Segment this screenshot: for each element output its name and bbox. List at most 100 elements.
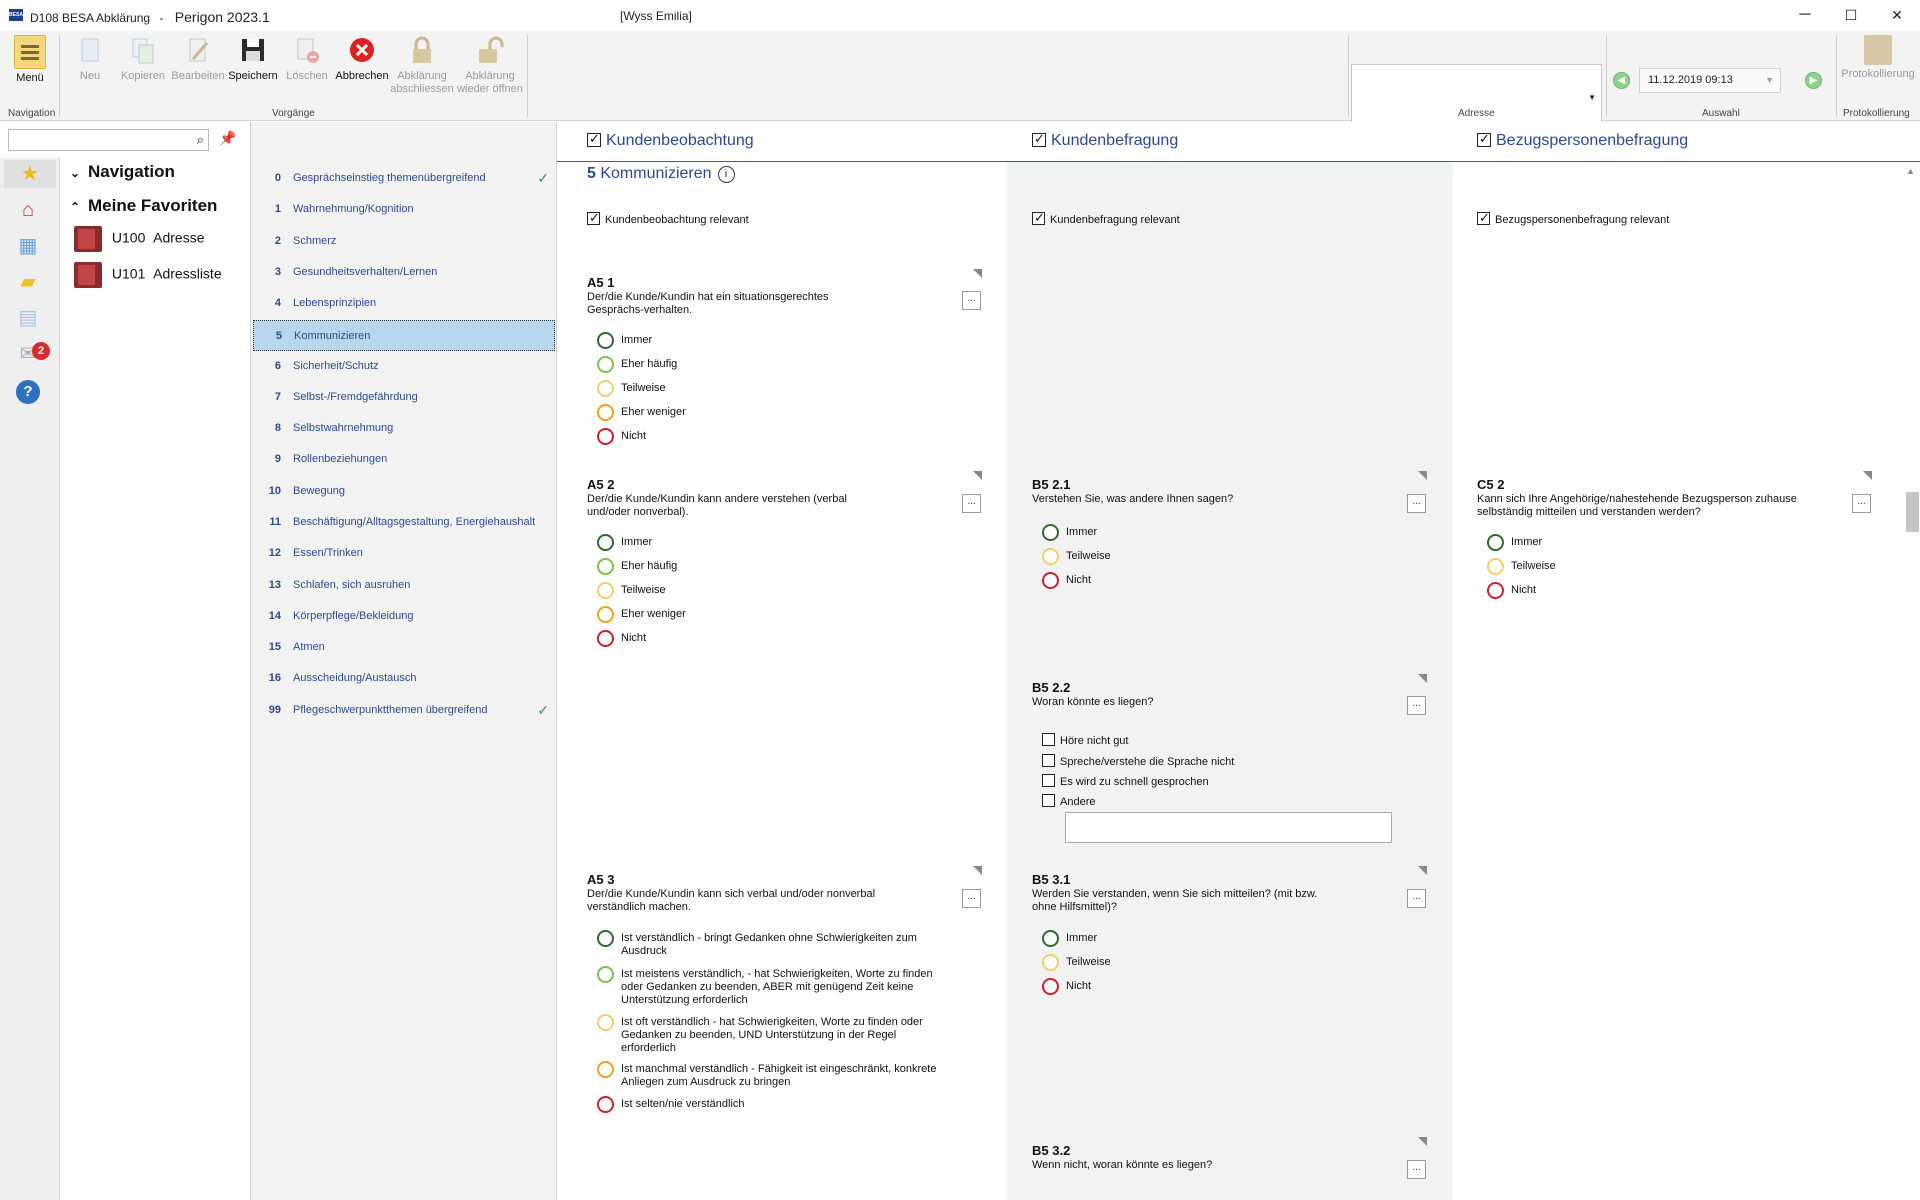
more-button[interactable]: ... (1407, 1160, 1426, 1179)
relevant-checkbox-c2[interactable]: Kundenbefragung relevant (1032, 210, 1180, 226)
previous-arrow-icon[interactable]: ◀ (1613, 72, 1630, 89)
radio-option[interactable]: Nicht (1487, 582, 1827, 599)
topic-item-14[interactable]: 14 Körperpflege/Bekleidung (253, 601, 555, 632)
radio-option[interactable]: Eher häufig (597, 356, 937, 373)
topic-item-6[interactable]: 6 Sicherheit/Schutz (253, 351, 555, 382)
window-title: D108 BESA Abklärung - Perigon 2023.1 (30, 9, 270, 25)
checkbox-option[interactable]: Es wird zu schnell gesprochen (1042, 774, 1209, 788)
topic-item-12[interactable]: 12 Essen/Trinken (253, 538, 555, 569)
scrollbar-thumb[interactable] (1906, 492, 1919, 532)
help-icon[interactable]: ? (14, 376, 42, 404)
radio-option[interactable]: Immer (597, 332, 937, 349)
radio-option[interactable]: Eher weniger (597, 606, 937, 623)
relevant-checkbox-c1[interactable]: Kundenbeobachtung relevant (587, 210, 749, 226)
radio-option[interactable]: Immer (1042, 524, 1382, 541)
radio-option[interactable]: Teilweise (1042, 548, 1382, 565)
more-button[interactable]: ... (1407, 889, 1426, 908)
topic-item-3[interactable]: 3 Gesundheitsverhalten/Lernen (253, 257, 555, 288)
topic-item-7[interactable]: 7 Selbst-/Fremdgefährdung (253, 382, 555, 413)
more-button[interactable]: ... (962, 291, 981, 310)
radio-option[interactable]: Nicht (597, 630, 937, 647)
corner-marker (1863, 471, 1872, 480)
radio-option[interactable]: Nicht (1042, 978, 1382, 995)
radio-option[interactable]: Ist manchmal verständlich - Fähigkeit is… (597, 1061, 937, 1089)
topic-item-15[interactable]: 15 Atmen (253, 632, 555, 663)
radio-circle (1042, 978, 1059, 995)
column-toggle-bezugspersonen[interactable]: Bezugspersonenbefragung (1477, 131, 1688, 150)
menu-label: Menü (16, 72, 44, 84)
column-toggle-kundenbeobachtung[interactable]: Kundenbeobachtung (587, 131, 754, 150)
column-toggle-kundenbefragung[interactable]: Kundenbefragung (1032, 131, 1178, 150)
topic-item-11[interactable]: 11 Beschäftigung/Alltagsgestaltung, Energ… (253, 507, 555, 538)
info-icon[interactable]: i (717, 166, 735, 183)
more-button[interactable]: ... (962, 494, 981, 513)
home-icon[interactable]: ⌂ (14, 196, 42, 224)
checkmark-icon: ✓ (537, 170, 549, 186)
radio-option[interactable]: Ist selten/nie verständlich (597, 1096, 937, 1113)
topic-item-0[interactable]: 0 Gesprächseinstieg themenübergreifend ✓ (253, 163, 555, 194)
more-button[interactable]: ... (1852, 494, 1871, 513)
delete-button[interactable]: Löschen (283, 35, 331, 83)
scroll-up-arrow-icon[interactable]: ▲ (1906, 166, 1915, 176)
copy-button[interactable]: Kopieren (118, 35, 168, 83)
favorite-item-u101[interactable]: U101 Adressliste (74, 262, 222, 288)
grid-list-icon[interactable]: ▦ (14, 232, 42, 260)
topic-item-8[interactable]: 8 Selbstwahrnehmung (253, 413, 555, 444)
topic-item-9[interactable]: 9 Rollenbeziehungen (253, 444, 555, 475)
radio-option[interactable]: Ist meistens verständlich, - hat Schwier… (597, 966, 937, 1007)
radio-option[interactable]: Immer (597, 534, 937, 551)
more-button[interactable]: ... (1407, 494, 1426, 513)
radio-circle (597, 558, 614, 575)
next-arrow-icon[interactable]: ▶ (1805, 72, 1822, 89)
radio-option[interactable]: Immer (1042, 930, 1382, 947)
documents-icon[interactable]: ▤ (14, 304, 42, 332)
search-input[interactable]: ⌕ (8, 129, 209, 151)
folder-icon[interactable]: ▰ (14, 268, 42, 296)
topic-item-13[interactable]: 13 Schlafen, sich ausruhen (253, 570, 555, 601)
radio-option[interactable]: Nicht (1042, 572, 1382, 589)
favorites-star-icon[interactable]: ★ (4, 160, 56, 188)
reopen-assessment-button[interactable]: Abklärung wieder öffnen (455, 35, 525, 96)
relevant-checkbox-c3[interactable]: Bezugspersonenbefragung relevant (1477, 210, 1669, 226)
close-assessment-button[interactable]: Abklärung abschliessen (390, 35, 454, 96)
radio-option[interactable]: Teilweise (1487, 558, 1827, 575)
topic-item-16[interactable]: 16 Ausscheidung/Austausch (253, 663, 555, 694)
other-reason-input[interactable] (1065, 812, 1392, 843)
radio-option[interactable]: Eher häufig (597, 558, 937, 575)
protokollierung-button[interactable]: Protokollierung (1838, 35, 1918, 80)
minimize-button[interactable]: ─ (1782, 0, 1828, 31)
navigation-header[interactable]: ⌄ Navigation (70, 162, 175, 182)
radio-option[interactable]: Ist verständlich - bringt Gedanken ohne … (597, 930, 937, 958)
edit-icon (183, 35, 213, 67)
topic-item-5[interactable]: 5 Kommunizieren (253, 320, 555, 351)
checkbox-option[interactable]: Höre nicht gut (1042, 733, 1128, 747)
cancel-button[interactable]: Abbrechen (334, 35, 390, 83)
topic-item-99[interactable]: 99 Pflegeschwerpunktthemen übergreifend ✓ (253, 695, 555, 726)
radio-option[interactable]: Immer (1487, 534, 1827, 551)
radio-option[interactable]: Teilweise (1042, 954, 1382, 971)
radio-option[interactable]: Ist oft verständlich - hat Schwierigkeit… (597, 1014, 937, 1055)
checkbox-option[interactable]: Andere (1042, 794, 1095, 808)
radio-option[interactable]: Teilweise (597, 582, 937, 599)
radio-option[interactable]: Teilweise (597, 380, 937, 397)
date-selector[interactable]: 11.12.2019 09:13 ▼ (1639, 68, 1781, 93)
checkbox-option[interactable]: Spreche/verstehe die Sprache nicht (1042, 754, 1234, 768)
topic-item-2[interactable]: 2 Schmerz (253, 226, 555, 257)
maximize-button[interactable]: ☐ (1828, 0, 1874, 31)
menu-button[interactable]: Menü (10, 35, 50, 85)
favorites-header[interactable]: ⌃ Meine Favoriten (70, 196, 217, 216)
save-button[interactable]: Speichern (228, 35, 278, 83)
more-button[interactable]: ... (1407, 696, 1426, 715)
new-button[interactable]: Neu (70, 35, 110, 83)
pin-icon[interactable]: 📌 (219, 130, 236, 147)
radio-option[interactable]: Eher weniger (597, 404, 937, 421)
topic-item-10[interactable]: 10 Bewegung (253, 476, 555, 507)
radio-option[interactable]: Nicht (597, 428, 937, 445)
vertical-scrollbar[interactable]: ▲ (1901, 162, 1920, 1200)
close-button[interactable]: ✕ (1874, 0, 1920, 31)
favorite-item-u100[interactable]: U100 Adresse (74, 226, 205, 252)
edit-button[interactable]: Bearbeiten (170, 35, 226, 83)
topic-item-1[interactable]: 1 Wahrnehmung/Kognition (253, 194, 555, 225)
more-button[interactable]: ... (962, 889, 981, 908)
topic-item-4[interactable]: 4 Lebensprinzipien (253, 288, 555, 319)
